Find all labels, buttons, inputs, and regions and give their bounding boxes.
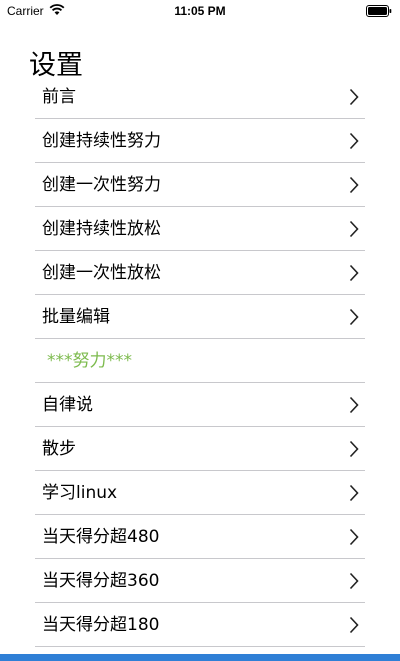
chevron-right-icon	[349, 484, 359, 502]
menu-item-label: 散步	[42, 439, 76, 459]
chevron-right-icon	[349, 264, 359, 282]
chevron-right-icon	[349, 176, 359, 194]
chevron-right-icon	[349, 88, 359, 106]
section-header-effort: ***努力***	[35, 339, 365, 383]
menu-item-self-discipline[interactable]: 自律说	[35, 383, 365, 427]
menu-item-learn-linux[interactable]: 学习linux	[35, 471, 365, 515]
menu-item-label: 创建持续性努力	[42, 131, 161, 151]
menu-item-score-over-180[interactable]: 当天得分超180	[35, 603, 365, 647]
menu-item-batch-edit[interactable]: 批量编辑	[35, 295, 365, 339]
menu-item-label: 学习linux	[42, 483, 118, 503]
menu-item-label: 创建一次性努力	[42, 175, 161, 195]
chevron-right-icon	[349, 132, 359, 150]
chevron-right-icon	[349, 396, 359, 414]
status-time: 11:05 PM	[174, 4, 226, 18]
chevron-right-icon	[349, 572, 359, 590]
chevron-right-icon	[349, 308, 359, 326]
settings-list: 前言 创建持续性努力 创建一次性努力 创建持续性放松 创建一次性放松 批量编辑 …	[35, 75, 365, 647]
chevron-right-icon	[349, 440, 359, 458]
menu-item-score-over-360[interactable]: 当天得分超360	[35, 559, 365, 603]
menu-item-label: 创建一次性放松	[42, 263, 161, 283]
menu-item-label: 当天得分超360	[42, 571, 160, 591]
menu-item-label: 批量编辑	[42, 307, 110, 327]
bottom-bar	[0, 654, 400, 661]
menu-item-score-over-480[interactable]: 当天得分超480	[35, 515, 365, 559]
status-bar: Carrier 11:05 PM	[0, 0, 400, 22]
menu-item-create-one-time-effort[interactable]: 创建一次性努力	[35, 163, 365, 207]
menu-item-label: 自律说	[42, 395, 93, 415]
menu-item-label: 前言	[42, 87, 76, 107]
menu-item-create-continuous-effort[interactable]: 创建持续性努力	[35, 119, 365, 163]
menu-item-preface[interactable]: 前言	[35, 75, 365, 119]
menu-item-label: 当天得分超480	[42, 527, 160, 547]
section-header-label: ***努力***	[47, 351, 132, 371]
battery-icon	[366, 5, 392, 17]
chevron-right-icon	[349, 616, 359, 634]
menu-item-walk[interactable]: 散步	[35, 427, 365, 471]
menu-item-label: 当天得分超180	[42, 615, 160, 635]
menu-item-create-continuous-relax[interactable]: 创建持续性放松	[35, 207, 365, 251]
chevron-right-icon	[349, 220, 359, 238]
menu-item-label: 创建持续性放松	[42, 219, 161, 239]
menu-item-create-one-time-relax[interactable]: 创建一次性放松	[35, 251, 365, 295]
chevron-right-icon	[349, 528, 359, 546]
